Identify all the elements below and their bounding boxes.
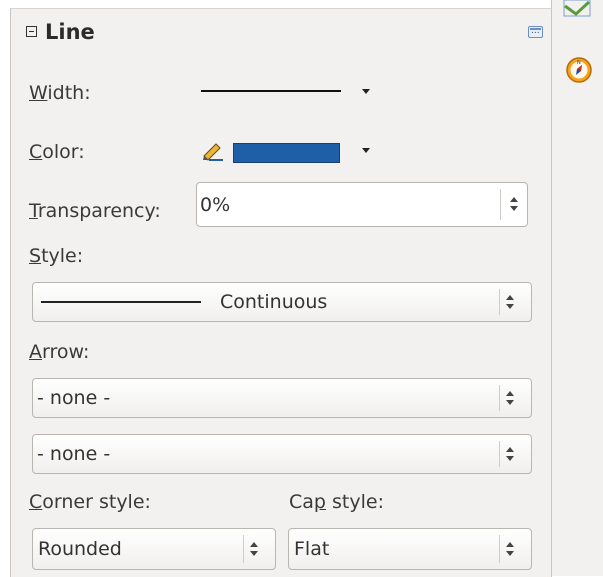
cap-style-select[interactable]: Flat — [288, 528, 532, 570]
line-style-value: Continuous — [220, 291, 328, 313]
arrow-start-select-arrows[interactable] — [506, 389, 515, 407]
cap-style-select-arrows[interactable] — [506, 540, 515, 558]
width-dropdown-arrow[interactable] — [362, 89, 370, 94]
corner-style-label: Corner style: — [29, 491, 151, 513]
arrow-end-value: - none - — [37, 443, 111, 465]
line-properties-panel: Line Width: Color: Transparency: 0% Styl… — [10, 8, 552, 577]
transparency-label: Transparency: — [29, 200, 161, 222]
width-label: Width: — [29, 82, 91, 104]
color-dropdown-arrow[interactable] — [362, 148, 370, 153]
transparency-spinbox[interactable]: 0% — [196, 182, 528, 227]
arrow-label: Arrow: — [29, 341, 90, 363]
arrow-end-select[interactable]: - none - — [32, 434, 532, 474]
sidebar-tab-bar: N — [551, 0, 603, 576]
line-style-select-arrows[interactable] — [506, 293, 515, 311]
style-label: Style: — [29, 245, 84, 267]
transparency-value[interactable]: 0% — [200, 194, 230, 216]
arrow-start-value: - none - — [37, 387, 111, 409]
corner-style-select[interactable]: Rounded — [32, 528, 276, 570]
corner-style-value: Rounded — [38, 538, 122, 560]
pencil-icon[interactable] — [201, 139, 227, 161]
corner-style-select-arrows[interactable] — [250, 540, 259, 558]
arrow-end-select-arrows[interactable] — [506, 445, 515, 463]
svg-text:N: N — [577, 60, 581, 66]
collapse-icon[interactable] — [26, 26, 37, 37]
color-label: Color: — [29, 141, 85, 163]
panel-title: Line — [45, 20, 95, 44]
color-swatch[interactable] — [233, 143, 340, 163]
cap-style-label: Cap style: — [289, 491, 384, 513]
arrow-start-select[interactable]: - none - — [32, 378, 532, 418]
cap-style-value: Flat — [294, 538, 330, 560]
width-preview[interactable] — [201, 90, 341, 92]
more-options-icon[interactable] — [528, 25, 543, 38]
line-style-preview — [41, 301, 201, 303]
navigator-icon[interactable]: N — [565, 56, 593, 84]
transparency-stepper[interactable] — [510, 195, 519, 213]
gallery-icon[interactable] — [562, 0, 592, 20]
line-style-select[interactable]: Continuous — [32, 282, 532, 322]
